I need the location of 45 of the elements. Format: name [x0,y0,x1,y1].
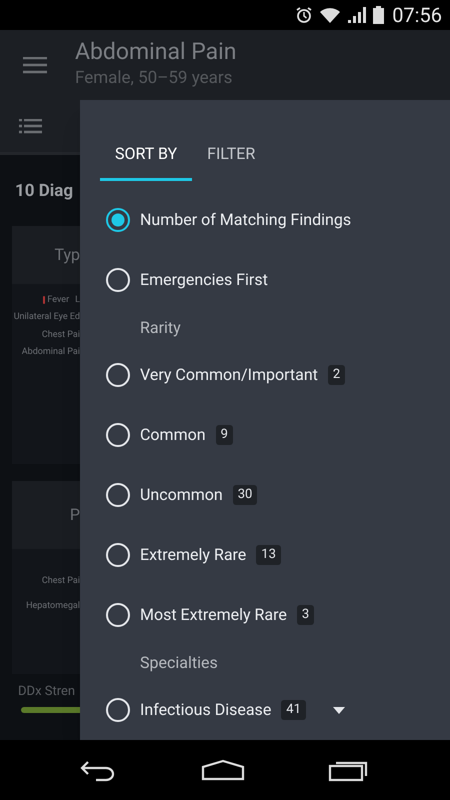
strength-label: DDx Stren [18,682,76,700]
finding-text: Hepatomegal [26,600,80,613]
home-icon[interactable] [200,759,247,781]
count-badge: 30 [232,485,258,505]
option-label[interactable]: Common [140,423,206,447]
strength-bar [21,707,80,713]
section-header: Specialties [139,652,219,674]
caret-icon[interactable] [332,706,345,714]
count-badge: 2 [328,365,346,385]
finding-text: Abdominal Pai [22,346,80,359]
finding-text: Chest Pai [42,574,80,588]
radio-button[interactable] [106,208,130,232]
option-label[interactable]: Very Common/Important [140,363,318,387]
card-title: P [70,504,80,526]
count-badge: 13 [256,545,281,565]
diagnosis-card[interactable]: P Chest Pai Hepatomegal [12,480,80,674]
signal-icon [347,6,368,24]
list-icon[interactable] [19,118,42,134]
app-subtitle: Female, 50–59 years [75,67,234,89]
list-heading: 10 Diag [15,180,74,203]
thermometer-icon [43,296,46,304]
option-label[interactable]: Number of Matching Findings [140,208,352,232]
battery-icon [373,6,384,24]
option-label[interactable]: Emergencies First [140,268,268,292]
wifi-icon [319,6,342,24]
count-badge: 41 [281,700,306,720]
count-badge: 3 [296,605,314,625]
option-label[interactable]: Most Extremely Rare [140,603,287,627]
app-title: Abdominal Pain [75,37,236,67]
alarm-icon [295,6,314,24]
card-title: Typ [54,244,80,266]
finding-text: L [75,294,80,306]
count-badge: 9 [216,425,233,445]
section-header: Rarity [139,316,182,338]
tab[interactable]: SORT BY [100,129,192,181]
option-label[interactable]: Uncommon [140,483,223,507]
finding-text: Chest Pai [42,328,80,342]
option-label[interactable]: Extremely Rare [140,543,246,567]
tab[interactable]: FILTER [192,129,270,181]
status-time: 07:56 [392,5,442,25]
finding-text: Unilateral Eye Ed [14,311,80,324]
diagnosis-card[interactable]: Typ Fever L Unilateral Eye Ed Chest Pai Abdominal Pai [12,226,80,464]
option-label[interactable]: Infectious Disease [140,698,272,722]
finding-text: Fever [47,294,70,306]
menu-icon[interactable] [23,56,47,74]
